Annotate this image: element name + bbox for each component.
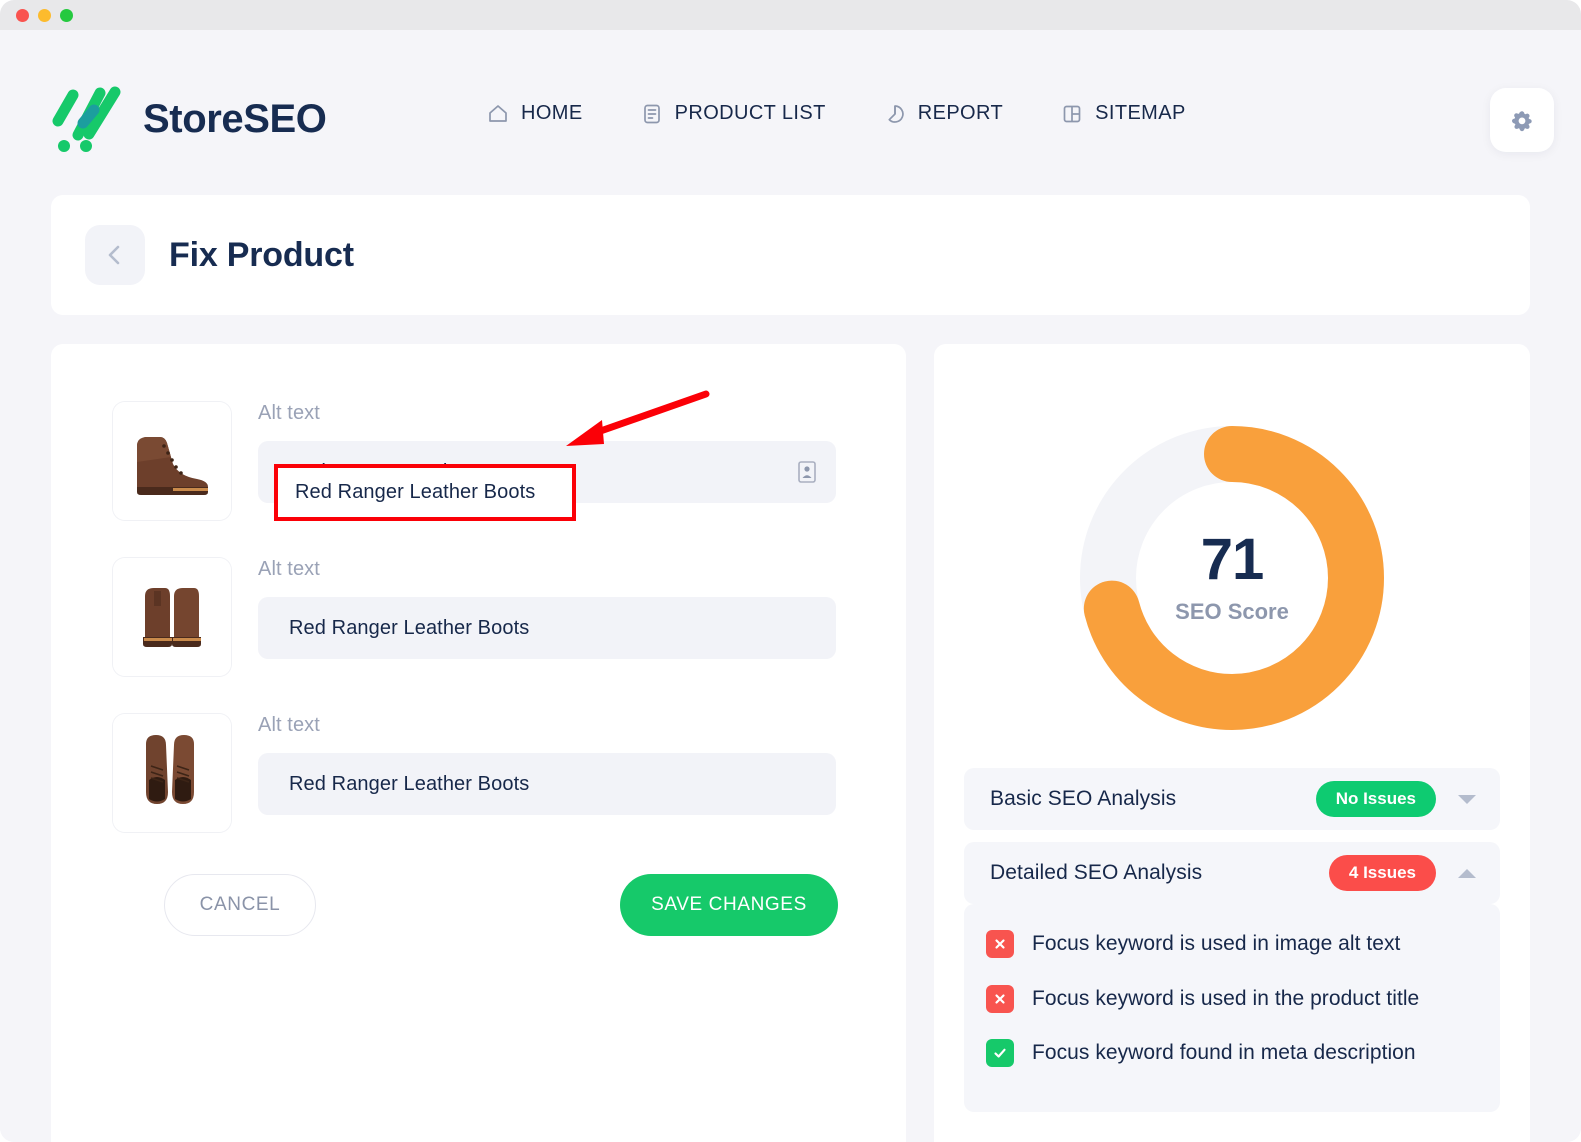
- app-viewport: StoreSEO HOME PRODUCT LIST REPORT SITEMA…: [0, 30, 1581, 1142]
- nav-item-report[interactable]: REPORT: [884, 102, 1003, 125]
- image-alt-row: Alt text Red Ranger Leather Boots: [51, 714, 906, 832]
- alt-text-input[interactable]: Red Ranger Leather Boots: [258, 597, 836, 659]
- accordion-title: Detailed SEO Analysis: [990, 861, 1203, 884]
- home-icon: [489, 104, 507, 122]
- seo-score-donut: 71 SEO Score: [1077, 423, 1387, 733]
- back-button[interactable]: [85, 225, 145, 285]
- nav-item-report-label: REPORT: [917, 102, 1004, 124]
- save-changes-button[interactable]: SAVE CHANGES: [620, 874, 838, 936]
- settings-button[interactable]: [1490, 88, 1554, 152]
- alt-text-field-group: Alt text Red Ranger Leather Boots: [258, 558, 836, 659]
- accordion-detailed-seo-analysis[interactable]: Detailed SEO Analysis 4 Issues: [964, 842, 1500, 904]
- alt-text-label: Alt text: [258, 714, 320, 736]
- nav-item-home[interactable]: HOME: [487, 102, 583, 125]
- seo-score-section: 71 SEO Score: [934, 388, 1530, 768]
- nav-item-home-label: HOME: [521, 102, 583, 124]
- accordion-title: Basic SEO Analysis: [990, 787, 1177, 810]
- product-thumbnail[interactable]: [113, 714, 231, 832]
- alt-text-label: Alt text: [258, 402, 320, 424]
- app-topbar: StoreSEO HOME PRODUCT LIST REPORT SITEMA…: [0, 30, 1581, 160]
- gear-icon: [1512, 111, 1532, 132]
- chevron-down-icon[interactable]: [1452, 794, 1482, 804]
- x-mark-icon: [986, 984, 1014, 1013]
- grid-layout-icon: [1063, 105, 1081, 122]
- seo-analysis-panel: 71 SEO Score Basic SEO Analysis No Issue…: [934, 344, 1530, 1142]
- seo-score-value: 71: [1200, 527, 1265, 592]
- boot-side-view-image: [113, 402, 231, 520]
- accordion-basic-seo-analysis[interactable]: Basic SEO Analysis No Issues: [964, 768, 1500, 830]
- nav-item-sitemap-label: SITEMAP: [1095, 102, 1186, 124]
- form-actions: CANCEL SAVE CHANGES: [51, 874, 906, 936]
- seo-score-center: 71 SEO Score: [1077, 423, 1387, 733]
- window-maximize-button[interactable]: [60, 8, 73, 22]
- brand-name: StoreSEO: [143, 96, 327, 141]
- nav-item-product-list[interactable]: PRODUCT LIST: [641, 102, 826, 125]
- window-minimize-button[interactable]: [38, 8, 51, 22]
- analysis-check-item: Focus keyword found in meta description: [986, 1037, 1478, 1070]
- alt-text-field-group: Alt text Red Ranger Leather Boots: [258, 402, 836, 503]
- brand-logo[interactable]: StoreSEO: [45, 77, 327, 161]
- analysis-check-text: Focus keyword is used in the product tit…: [1032, 986, 1420, 1010]
- status-badge: No Issues: [1315, 781, 1436, 817]
- analysis-accordion: Basic SEO Analysis No Issues Detailed SE…: [934, 768, 1530, 1112]
- product-images-panel: Alt text Red Ranger Leather Boots Alt te…: [51, 344, 906, 1142]
- window-close-button[interactable]: [16, 8, 29, 22]
- alt-text-value: Red Ranger Leather Boots: [289, 772, 530, 795]
- chevron-up-icon[interactable]: [1452, 868, 1482, 878]
- image-card-icon[interactable]: [798, 461, 816, 483]
- product-thumbnail[interactable]: [113, 402, 231, 520]
- detailed-analysis-content: Focus keyword is used in image alt text …: [964, 904, 1500, 1112]
- analysis-check-item: Focus keyword is used in image alt text: [986, 928, 1478, 961]
- document-list-icon: [643, 104, 660, 123]
- chevron-left-icon: [108, 245, 120, 265]
- analysis-check-item: Focus keyword is used in the product tit…: [986, 983, 1478, 1016]
- storeseo-logo-icon: [52, 86, 121, 152]
- alt-text-field-group: Alt text Red Ranger Leather Boots: [258, 714, 836, 815]
- seo-score-label: SEO Score: [1175, 599, 1289, 624]
- image-alt-row: Alt text Red Ranger Leather Boots: [51, 402, 906, 520]
- x-mark-icon: [986, 930, 1014, 958]
- image-alt-row: Alt text Red Ranger Leather Boots: [51, 558, 906, 676]
- alt-text-input[interactable]: Red Ranger Leather Boots: [258, 753, 836, 815]
- alt-text-input[interactable]: Red Ranger Leather Boots: [258, 441, 836, 503]
- page-header-card: Fix Product: [51, 195, 1530, 315]
- nav-item-product-list-label: PRODUCT LIST: [674, 102, 826, 124]
- nav-item-sitemap[interactable]: SITEMAP: [1061, 102, 1186, 125]
- page-title: Fix Product: [169, 235, 354, 274]
- alt-text-value: Red Ranger Leather Boots: [289, 616, 530, 639]
- boots-back-view-image: [113, 558, 231, 676]
- check-mark-icon: [986, 1039, 1014, 1068]
- product-thumbnail[interactable]: [113, 558, 231, 676]
- cancel-button[interactable]: CANCEL: [164, 874, 316, 936]
- analysis-check-text: Focus keyword found in meta description: [1032, 1041, 1416, 1065]
- alt-text-label: Alt text: [258, 558, 320, 580]
- window-titlebar: [0, 0, 1581, 30]
- main-navigation: HOME PRODUCT LIST REPORT SITEMAP: [487, 102, 1186, 125]
- analysis-check-text: Focus keyword is used in image alt text: [1032, 932, 1401, 955]
- boots-top-view-image: [113, 714, 231, 832]
- pie-chart-icon: [888, 104, 904, 123]
- status-badge: 4 Issues: [1328, 855, 1436, 891]
- alt-text-value: Red Ranger Leather Boots: [289, 460, 530, 483]
- browser-window: StoreSEO HOME PRODUCT LIST REPORT SITEMA…: [0, 0, 1581, 1142]
